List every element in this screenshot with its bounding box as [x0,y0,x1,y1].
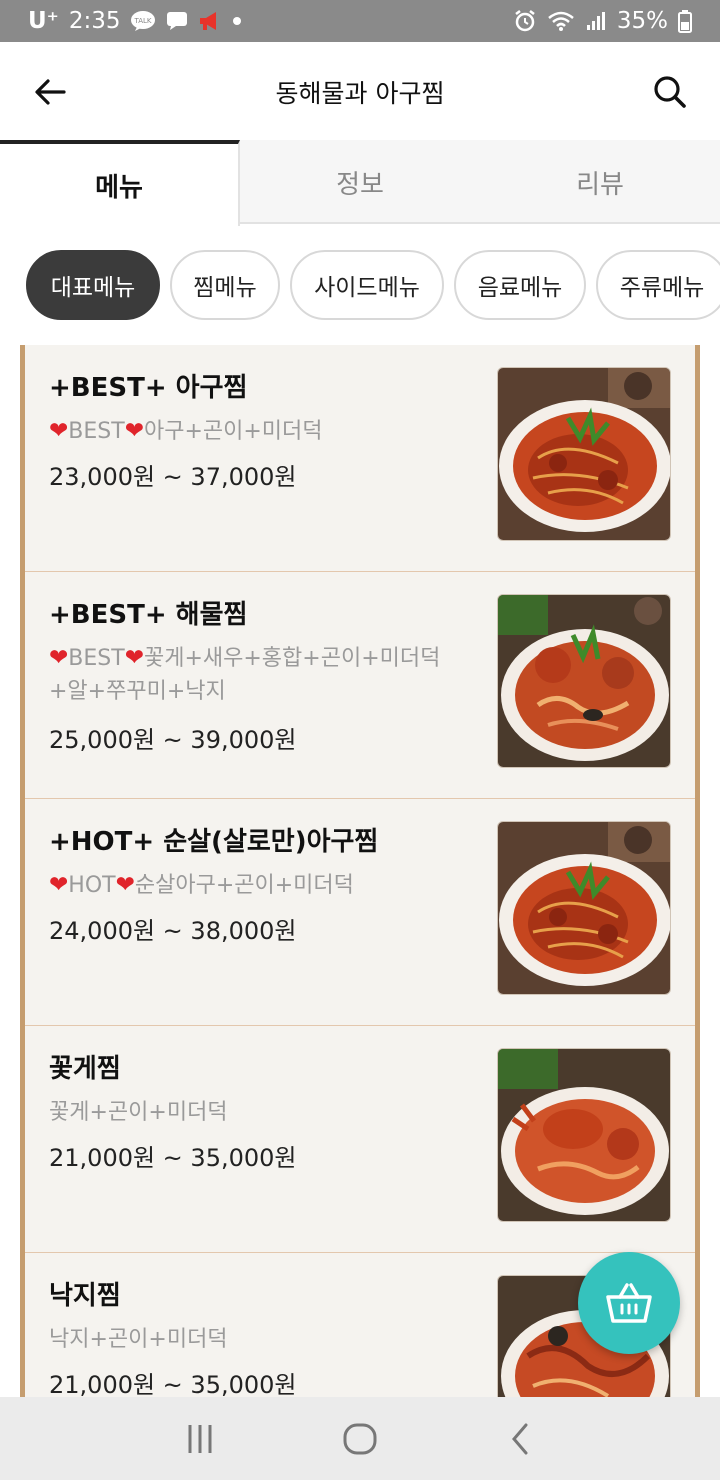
menu-item-desc: 꽃게+곤이+미더덕 [49,1100,228,1125]
back-button[interactable] [30,72,70,112]
system-nav-bar [0,1397,720,1480]
nav-recents-button[interactable] [170,1409,230,1469]
menu-item-desc-text-2: +알+쭈꾸미+낙지 [49,679,226,704]
menu-item-name: 낙지찜 [49,1281,121,1311]
app-header: 동해물과 아구찜 [0,42,720,142]
menu-list: +BEST+ 아구찜 ❤BEST❤아구+곤이+미더덕 23,000원 ~ 37,… [14,345,706,1397]
tab-review[interactable]: 리뷰 [480,140,720,224]
menu-item[interactable]: +BEST+ 해물찜 ❤BEST❤꽃게+새우+홍합+곤이+미더덕 +알+쭈꾸미+낙… [25,572,695,799]
status-left: U⁺ 2:35 TALK [28,8,242,34]
menu-item-photo [497,367,671,541]
menu-item-photo [497,594,671,768]
menu-item-badge: BEST [68,646,125,671]
menu-item-desc-text: 순살아구+곤이+미더덕 [134,873,354,898]
wifi-icon [547,10,575,32]
menu-item[interactable]: +BEST+ 아구찜 ❤BEST❤아구+곤이+미더덕 23,000원 ~ 37,… [25,345,695,572]
chip-liquor-menu[interactable]: 주류메뉴 [596,250,720,320]
heart-icon: ❤ [49,645,69,671]
menu-item-price: 21,000원 ~ 35,000원 [49,1144,297,1172]
menu-frame: +BEST+ 아구찜 ❤BEST❤아구+곤이+미더덕 23,000원 ~ 37,… [20,345,700,1397]
menu-item-price: 25,000원 ~ 39,000원 [49,726,297,754]
tab-info[interactable]: 정보 [240,140,480,224]
tab-bar: 메뉴 정보 리뷰 [0,140,720,226]
menu-item-name: +HOT+ 순살(살로만)아구찜 [49,827,379,857]
menu-item-name: +BEST+ 아구찜 [49,373,248,403]
menu-item-desc-text: 아구+곤이+미더덕 [143,419,323,444]
heart-icon: ❤ [115,872,135,898]
heart-icon: ❤ [49,418,69,444]
search-button[interactable] [650,72,690,112]
carrier-label: U⁺ [28,8,59,34]
heart-icon: ❤ [124,418,144,444]
menu-item-desc: 낙지+곤이+미더덕 [49,1327,228,1352]
arrow-left-icon [35,79,66,105]
menu-item-desc: ❤BEST❤아구+곤이+미더덕 [49,415,469,448]
heart-icon: ❤ [49,872,69,898]
home-icon [343,1423,377,1454]
menu-item-badge: BEST [68,419,125,444]
menu-item-desc: ❤HOT❤순살아구+곤이+미더덕 [49,869,469,902]
signal-icon [585,10,607,32]
tab-menu[interactable]: 메뉴 [0,140,240,226]
cart-button[interactable] [578,1252,680,1354]
svg-text:TALK: TALK [134,17,152,25]
status-right: 35% [513,8,692,34]
menu-item-price: 23,000원 ~ 37,000원 [49,463,297,491]
chip-steamed-menu[interactable]: 찜메뉴 [170,250,280,320]
nav-back-button[interactable] [490,1409,550,1469]
search-icon [654,76,686,108]
menu-item-desc: ❤BEST❤꽃게+새우+홍합+곤이+미더덕 +알+쭈꾸미+낙지 [49,642,469,708]
megaphone-icon [198,10,222,32]
menu-item-name: +BEST+ 해물찜 [49,600,248,630]
menu-item-price: 24,000원 ~ 38,000원 [49,917,297,945]
battery-percent: 35% [616,8,668,34]
menu-item-photo [497,821,671,995]
kakaotalk-icon: TALK [130,10,156,32]
chip-representative-menu[interactable]: 대표메뉴 [26,250,160,320]
heart-icon: ❤ [124,645,144,671]
category-chips: 대표메뉴 찜메뉴 사이드메뉴 음료메뉴 주류메뉴 [26,250,720,320]
message-icon [166,11,188,31]
nav-home-button[interactable] [330,1409,390,1469]
menu-item-desc-text: 꽃게+새우+홍합+곤이+미더덕 [143,646,441,671]
nav-back-icon [512,1423,528,1454]
chip-drink-menu[interactable]: 음료메뉴 [454,250,586,320]
chip-side-menu[interactable]: 사이드메뉴 [290,250,444,320]
clock: 2:35 [68,8,121,34]
basket-icon [606,1283,652,1323]
menu-item-price: 21,000원 ~ 35,000원 [49,1371,297,1397]
menu-item-badge: HOT [68,873,116,898]
alarm-icon [513,9,537,33]
menu-item[interactable]: 꽃게찜 꽃게+곤이+미더덕 21,000원 ~ 35,000원 [25,1026,695,1253]
menu-item[interactable]: +HOT+ 순살(살로만)아구찜 ❤HOT❤순살아구+곤이+미더덕 24,000… [25,799,695,1026]
battery-icon [678,9,692,33]
recents-icon [188,1424,212,1453]
screen: U⁺ 2:35 TALK 35% 동해물과 아구찜 메뉴 정보 리뷰 대표메뉴 … [0,0,720,1480]
notification-dot-icon [232,16,242,26]
page-title: 동해물과 아구찜 [275,79,445,108]
menu-item-photo [497,1048,671,1222]
menu-item-name: 꽃게찜 [49,1054,121,1084]
status-bar: U⁺ 2:35 TALK 35% [0,0,720,42]
